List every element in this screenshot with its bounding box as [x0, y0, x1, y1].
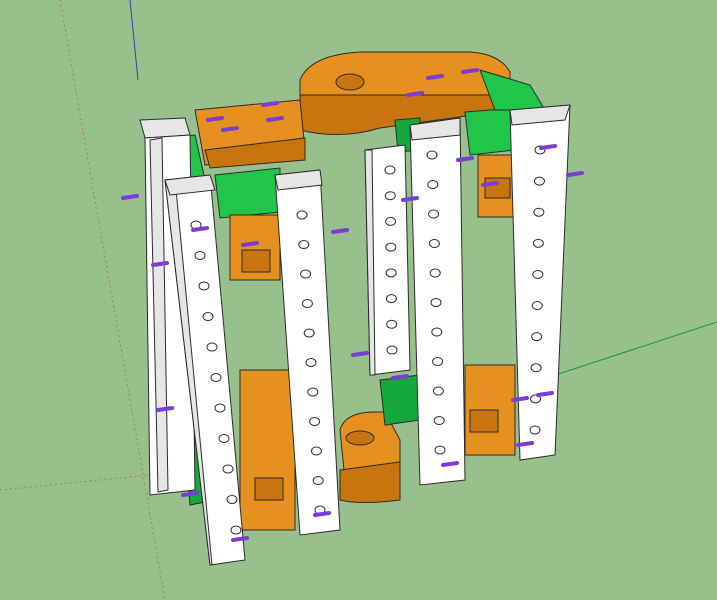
- bolt: [151, 261, 169, 267]
- bolt: [536, 391, 554, 397]
- bar-hole: [206, 342, 218, 352]
- bar-hole: [532, 238, 544, 248]
- bolt: [331, 228, 349, 234]
- bar-hole: [429, 268, 441, 278]
- bolt: [566, 171, 584, 177]
- bolt: [426, 74, 444, 80]
- bolt: [231, 536, 249, 542]
- bar-hole: [296, 210, 308, 220]
- bar-hole: [384, 191, 396, 201]
- bar-hole: [430, 298, 442, 307]
- bar-hole: [428, 209, 440, 219]
- bar-hole: [300, 269, 312, 279]
- bar-hole: [198, 281, 210, 291]
- bar-hole: [226, 495, 238, 504]
- bolt: [266, 116, 284, 122]
- bar-hole: [303, 328, 315, 338]
- bolt: [181, 491, 199, 497]
- bolt: [351, 351, 369, 357]
- bar-hole: [385, 216, 397, 226]
- bar-hole: [385, 268, 397, 278]
- bar-hole: [428, 239, 440, 248]
- bar-hole: [533, 207, 545, 217]
- bar-hole: [385, 242, 397, 252]
- bar-hole: [309, 417, 321, 426]
- bolt: [539, 144, 557, 150]
- bolt: [191, 226, 209, 232]
- tower-frame-model[interactable]: [0, 0, 717, 600]
- bar-hole: [210, 373, 222, 382]
- bar-hole: [434, 445, 446, 455]
- bolt: [313, 511, 331, 517]
- bar-hole: [298, 240, 310, 249]
- bar-hole: [301, 299, 313, 308]
- 3d-model-viewport[interactable]: [0, 0, 717, 600]
- bolt: [511, 396, 529, 402]
- bar-hole: [532, 269, 544, 279]
- bolt: [456, 156, 474, 162]
- bar-hole: [531, 332, 543, 342]
- top-orange-plate: [194, 51, 511, 169]
- bolt: [121, 194, 139, 200]
- bolt: [221, 126, 239, 132]
- bar-hole: [427, 180, 439, 189]
- bolt: [206, 116, 224, 122]
- bar-hole: [218, 434, 230, 443]
- bolt: [156, 406, 174, 412]
- front-bar-4: [509, 104, 571, 461]
- bolt: [406, 91, 424, 97]
- bar-hole: [386, 319, 398, 329]
- bolt: [481, 181, 499, 187]
- bar-hole: [222, 464, 234, 474]
- bolt: [261, 101, 279, 107]
- bar-hole: [307, 387, 319, 397]
- bar-hole: [310, 446, 322, 456]
- bar-hole: [230, 525, 242, 535]
- bar-hole: [531, 301, 543, 311]
- bolt: [516, 441, 534, 447]
- bar-hole: [312, 476, 324, 485]
- bar-hole: [432, 386, 444, 396]
- bar-hole: [214, 403, 226, 413]
- bolt: [401, 196, 419, 202]
- bar-hole: [529, 425, 541, 435]
- bolt: [391, 374, 409, 380]
- bar-hole: [202, 312, 214, 321]
- bar-hole: [305, 358, 317, 367]
- bottom-orange-plate: [339, 411, 401, 503]
- bar-hole: [431, 327, 443, 337]
- bolt: [441, 461, 459, 467]
- bar-hole: [433, 416, 445, 425]
- bar-hole: [384, 165, 396, 175]
- back-center-bar: [364, 144, 411, 376]
- bar-hole: [530, 363, 542, 373]
- bar-hole: [432, 357, 444, 366]
- bar-hole: [385, 294, 397, 304]
- bolt: [241, 241, 259, 247]
- bar-hole: [426, 150, 438, 160]
- bar-hole: [533, 176, 545, 186]
- bar-hole: [386, 345, 398, 355]
- bar-hole: [194, 251, 206, 260]
- bolt: [461, 68, 479, 74]
